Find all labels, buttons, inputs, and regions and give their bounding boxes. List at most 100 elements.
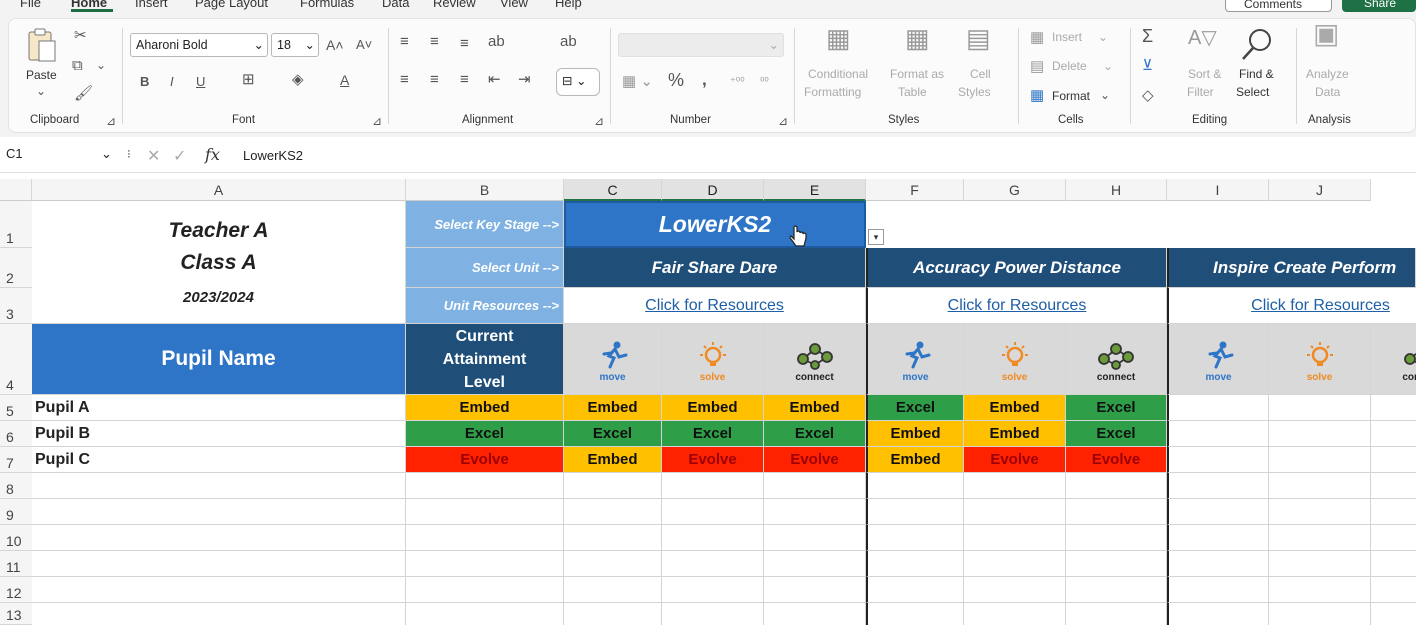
search-icon[interactable] (1240, 26, 1276, 62)
row-header[interactable]: 9 (0, 499, 32, 525)
empty-cell[interactable] (964, 603, 1066, 625)
empty-cell[interactable] (964, 473, 1066, 499)
empty-cell[interactable] (866, 499, 964, 525)
select-label[interactable]: Select (1236, 85, 1269, 99)
empty-cell[interactable] (1269, 447, 1371, 473)
empty-cell[interactable] (764, 551, 866, 577)
cut-icon[interactable]: ✂ (74, 28, 87, 44)
align-center-icon[interactable]: ≡ (430, 72, 439, 88)
empty-cell[interactable] (1167, 577, 1269, 603)
empty-cell[interactable] (866, 551, 964, 577)
empty-cell[interactable] (406, 499, 564, 525)
underline-icon[interactable]: U (196, 74, 205, 90)
empty-cell[interactable] (1371, 499, 1416, 525)
merge-center-button[interactable]: ⊟ ⌄ (556, 68, 600, 96)
attainment-cell[interactable]: Evolve (406, 447, 564, 473)
attainment-cell[interactable]: Evolve (1066, 447, 1167, 473)
analyze-data-icon[interactable]: ▣ (1313, 20, 1339, 48)
empty-cell[interactable] (564, 577, 662, 603)
empty-cell[interactable] (1371, 525, 1416, 551)
col-header-h[interactable]: H (1066, 179, 1167, 201)
empty-cell[interactable] (406, 551, 564, 577)
attainment-cell[interactable]: Excel (764, 421, 866, 447)
pupil-name-cell[interactable]: Pupil C (32, 447, 406, 473)
formatting-label[interactable]: Formatting (804, 85, 861, 99)
row-header[interactable]: 7 (0, 447, 32, 473)
align-top-icon[interactable]: ≡ (400, 34, 409, 50)
find-label[interactable]: Find & (1239, 67, 1274, 81)
row-header[interactable]: 4 (0, 324, 32, 395)
analyze-label[interactable]: Analyze (1306, 67, 1349, 81)
empty-cell[interactable] (1066, 499, 1167, 525)
empty-cell[interactable] (1167, 395, 1269, 421)
paste-dropdown-icon[interactable]: ⌄ (36, 84, 46, 98)
font-color-icon[interactable]: A (340, 72, 349, 88)
empty-cell[interactable] (1269, 525, 1371, 551)
tab-insert[interactable]: Insert (135, 0, 168, 10)
resource-link-cell-2[interactable]: Click for Resources (866, 288, 1167, 324)
col-header-c[interactable]: C (564, 179, 662, 201)
tab-view[interactable]: View (500, 0, 528, 10)
tab-help[interactable]: Help (555, 0, 582, 10)
font-launcher-icon[interactable]: ⊿ (372, 114, 382, 128)
fill-icon[interactable]: ⊻ (1142, 58, 1153, 74)
dropdown-arrow-icon[interactable]: ▾ (868, 229, 884, 245)
align-middle-icon[interactable]: ≡ (430, 34, 439, 50)
share-button[interactable]: Share (1342, 0, 1416, 12)
filter-label[interactable]: Filter (1187, 85, 1214, 99)
decrease-font-icon[interactable]: A˅ (356, 37, 372, 53)
empty-cell[interactable] (764, 603, 866, 625)
attainment-cell[interactable]: Embed (406, 395, 564, 421)
decrease-decimal-icon[interactable]: ⁰⁰ (760, 74, 769, 90)
cell-styles-label[interactable]: Styles (958, 85, 991, 99)
empty-cell[interactable] (964, 577, 1066, 603)
attainment-cell[interactable]: Excel (406, 421, 564, 447)
clear-icon[interactable]: ◇ (1142, 88, 1154, 104)
increase-font-icon[interactable]: A˄ (326, 37, 344, 53)
empty-cell[interactable] (32, 603, 406, 625)
row-header[interactable]: 1 (0, 201, 32, 248)
delete-cells-icon[interactable]: ▤ (1030, 59, 1044, 75)
row-header[interactable]: 2 (0, 248, 32, 288)
row-header[interactable]: 10 (0, 525, 32, 551)
increase-decimal-icon[interactable]: ⁺⁰⁰ (730, 74, 745, 90)
empty-cell[interactable] (662, 551, 764, 577)
empty-cell[interactable] (1167, 603, 1269, 625)
enter-icon[interactable]: ✓ (173, 146, 186, 166)
attainment-cell[interactable]: Embed (764, 395, 866, 421)
col-header-b[interactable]: B (406, 179, 564, 201)
sort-filter-icon[interactable]: A▽ (1188, 28, 1217, 48)
conditional-label[interactable]: Conditional (808, 67, 868, 81)
format-as-table-icon[interactable]: ▦ (905, 25, 930, 51)
copy-dropdown-icon[interactable]: ⌄ (96, 58, 106, 72)
fill-color-icon[interactable]: ◈ (292, 72, 304, 88)
select-all-corner[interactable] (0, 179, 32, 201)
attainment-cell[interactable]: Evolve (764, 447, 866, 473)
empty-cell[interactable] (1167, 473, 1269, 499)
number-launcher-icon[interactable]: ⊿ (778, 114, 788, 128)
sort-label[interactable]: Sort & (1188, 67, 1221, 81)
col-header-d[interactable]: D (662, 179, 764, 201)
resource-link-1[interactable]: Click for Resources (645, 297, 784, 315)
font-name-select[interactable]: Aharoni Bold ⌄ (130, 33, 268, 57)
empty-cell[interactable] (406, 577, 564, 603)
empty-cell[interactable] (32, 525, 406, 551)
empty-cell[interactable] (32, 551, 406, 577)
empty-cell[interactable] (1269, 395, 1371, 421)
empty-cell[interactable] (1167, 525, 1269, 551)
empty-cell[interactable] (1066, 525, 1167, 551)
attainment-cell[interactable]: Embed (964, 421, 1066, 447)
col-header-i[interactable]: I (1167, 179, 1269, 201)
comma-style-icon[interactable]: , (702, 71, 707, 88)
attainment-cell[interactable]: Excel (662, 421, 764, 447)
tab-formulas[interactable]: Formulas (300, 0, 354, 10)
copy-icon[interactable]: ⧉ (72, 58, 83, 74)
cancel-icon[interactable]: ✕ (147, 146, 160, 166)
empty-cell[interactable] (964, 525, 1066, 551)
format-label[interactable]: Format (1052, 89, 1090, 103)
paste-icon[interactable] (26, 27, 58, 63)
tab-data[interactable]: Data (382, 0, 409, 10)
empty-cell[interactable] (1269, 499, 1371, 525)
format-cells-icon[interactable]: ▦ (1030, 88, 1044, 104)
attainment-cell[interactable]: Embed (662, 395, 764, 421)
